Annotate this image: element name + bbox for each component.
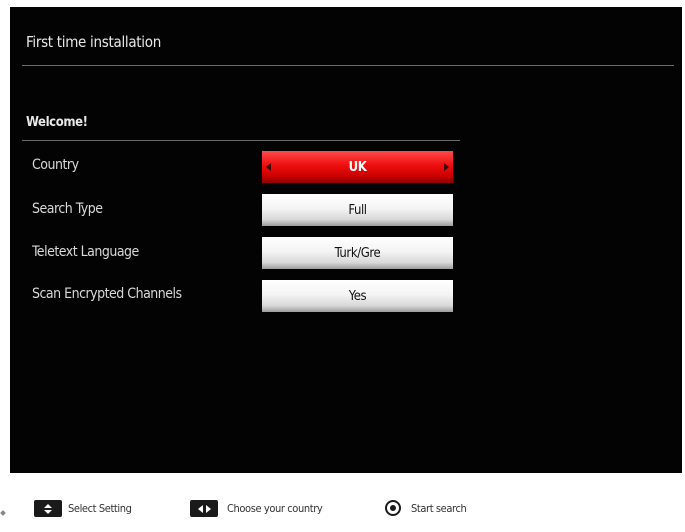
hint-select-setting: Select Setting [68,502,132,515]
page-title: First time installation [26,33,161,51]
teletext-language-value: Turk/Gre [334,245,381,261]
search-type-label: Search Type [32,201,103,217]
country-selector[interactable]: UK [262,151,453,183]
country-label: Country [32,157,79,173]
hint-start-search: Start search [411,502,467,515]
teletext-language-label: Teletext Language [32,244,139,260]
ok-key-icon [385,500,401,516]
search-type-value: Full [348,202,367,218]
arrow-right-icon[interactable] [444,163,449,171]
title-divider [22,65,674,66]
footer-marker [0,510,6,516]
up-down-key-icon [34,500,62,517]
section-title: Welcome! [26,115,88,130]
scan-encrypted-label: Scan Encrypted Channels [32,286,182,302]
footer-hints: Select Setting Choose your country Start… [0,496,685,526]
search-type-selector[interactable]: Full [262,194,453,226]
hint-choose-country: Choose your country [227,502,323,515]
arrow-left-icon[interactable] [266,163,271,171]
tv-screen: First time installation Welcome! Country… [10,7,682,473]
left-right-key-icon [190,500,218,517]
scan-encrypted-selector[interactable]: Yes [262,280,453,312]
scan-encrypted-value: Yes [348,288,367,304]
country-value: UK [348,159,367,175]
section-divider [22,140,460,141]
teletext-language-selector[interactable]: Turk/Gre [262,237,453,269]
